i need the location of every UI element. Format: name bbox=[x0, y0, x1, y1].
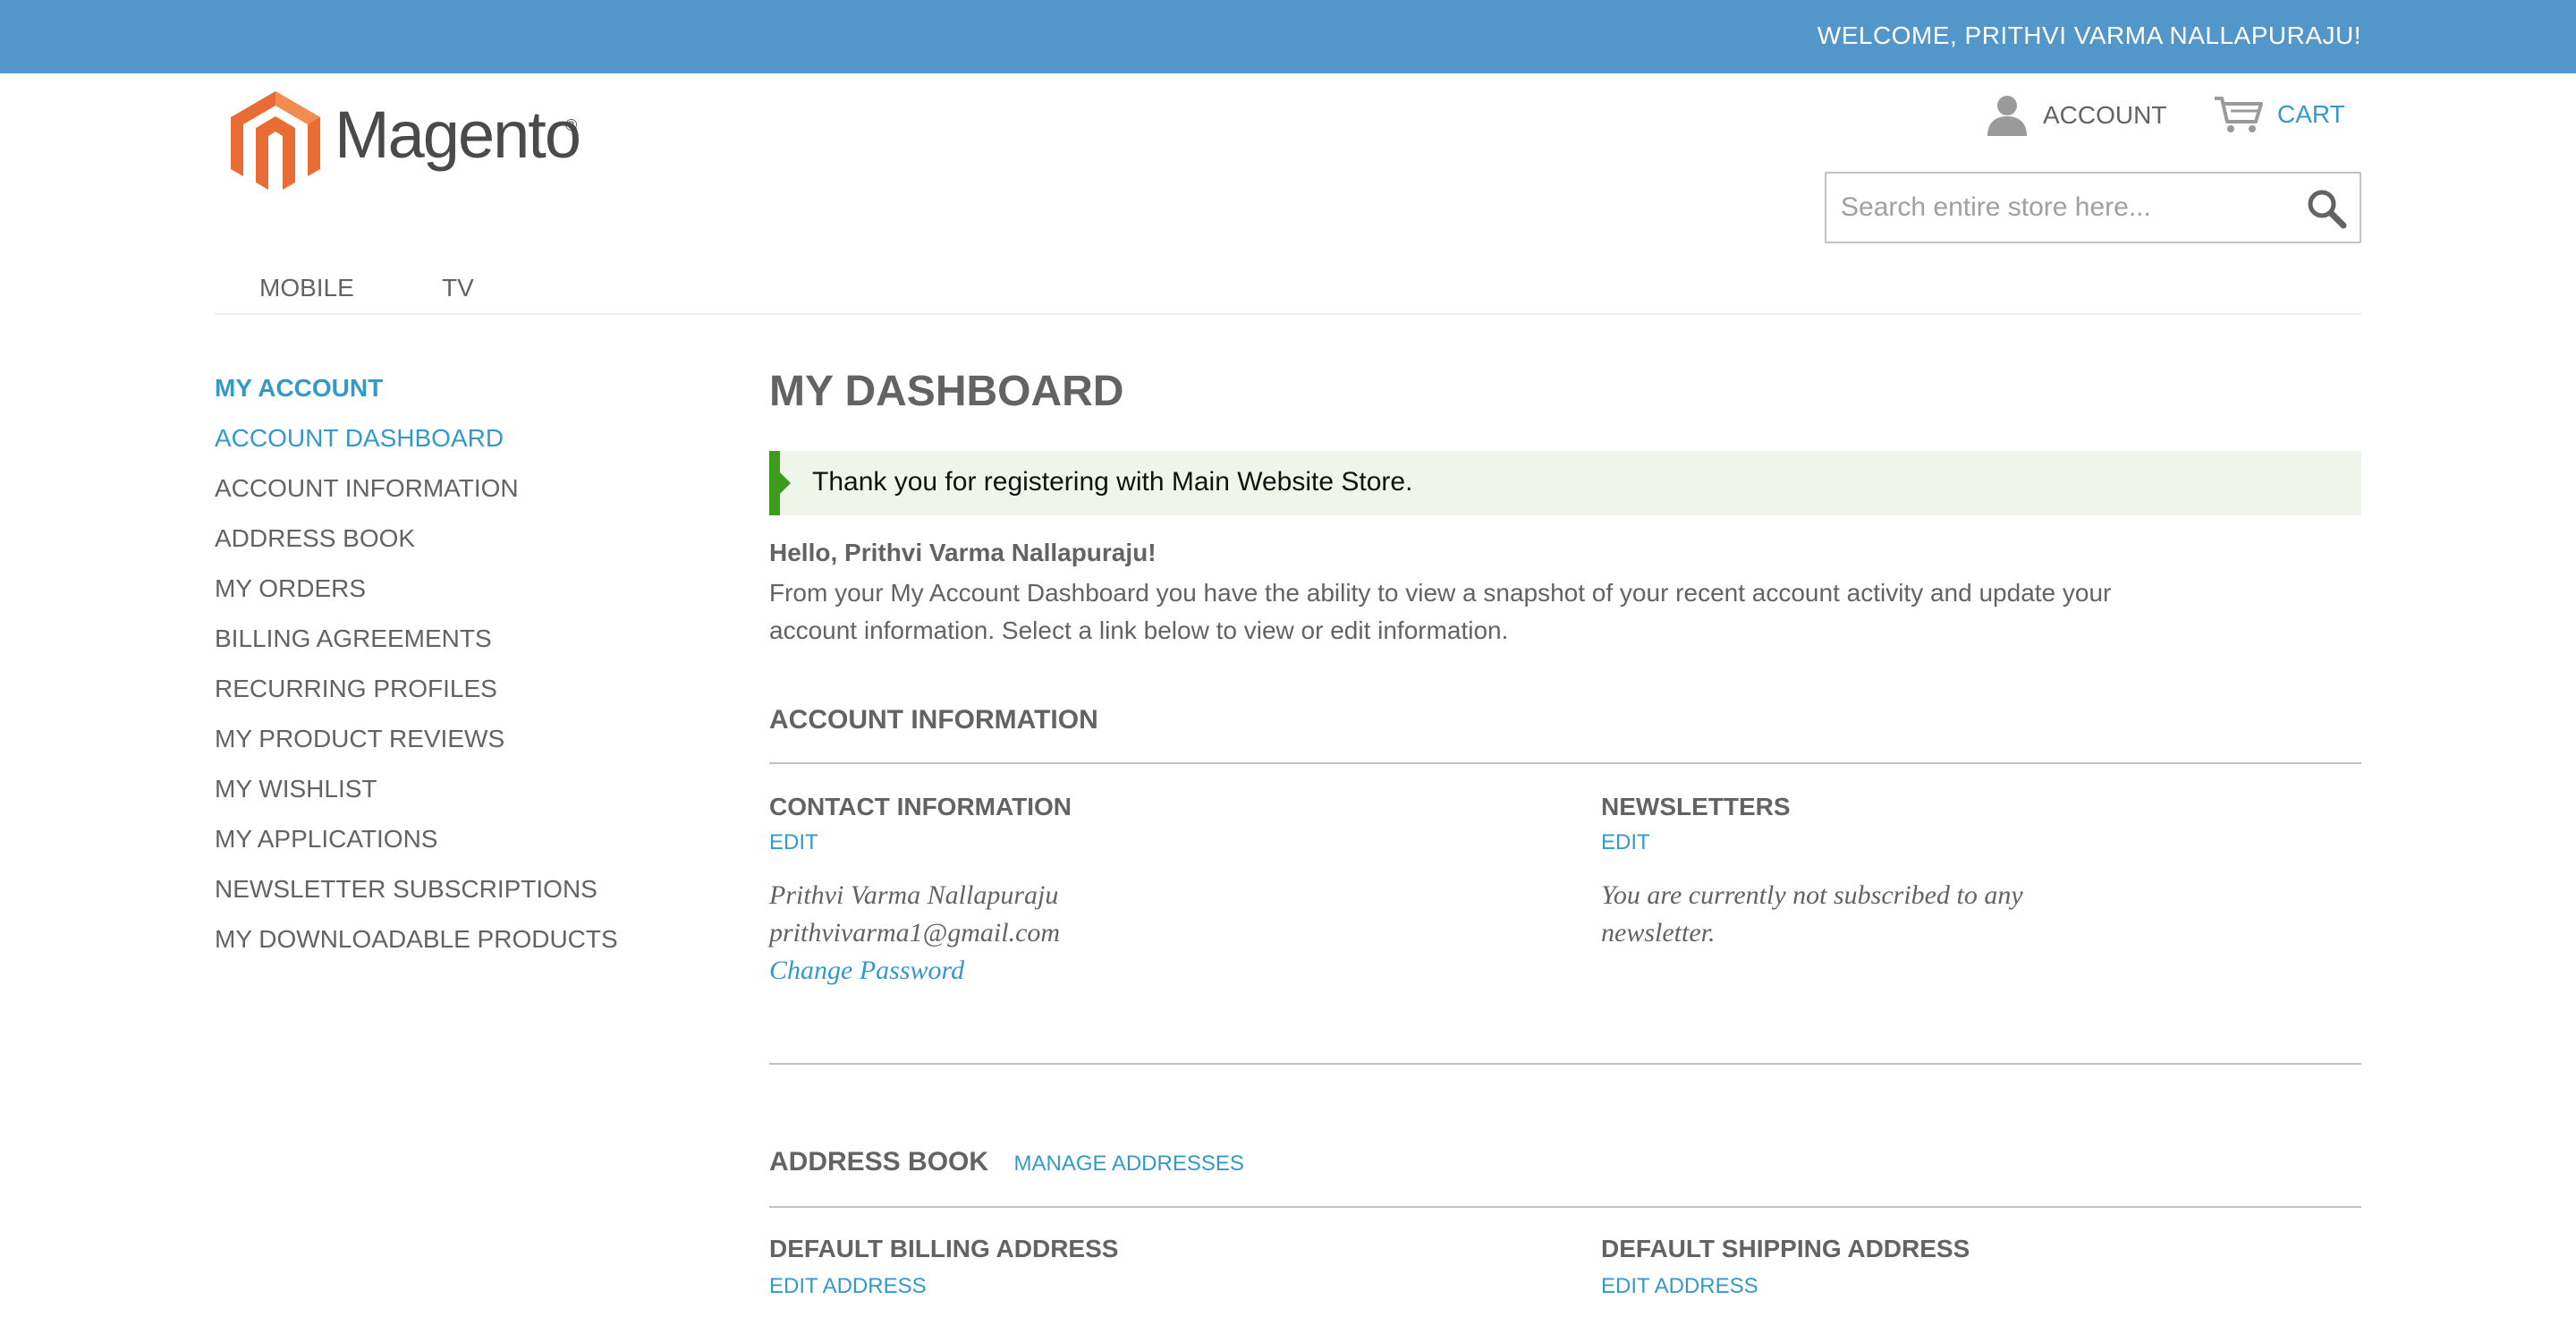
account-information-header: ACCOUNT INFORMATION bbox=[769, 705, 2361, 764]
cart-link[interactable]: CART bbox=[2213, 95, 2345, 134]
person-icon bbox=[1987, 96, 2027, 136]
sidebar-item-my-product-reviews[interactable]: MY PRODUCT REVIEWS bbox=[215, 721, 680, 771]
search-box bbox=[1825, 172, 2361, 243]
nav-item-tv[interactable]: TV bbox=[442, 274, 474, 302]
sidebar-item-my-orders[interactable]: MY ORDERS bbox=[215, 571, 680, 621]
hello-greeting: Hello, Prithvi Varma Nallapuraju! bbox=[769, 539, 1157, 566]
sidebar-item-my-downloadable-products[interactable]: MY DOWNLOADABLE PRODUCTS bbox=[215, 922, 680, 972]
site-logo[interactable]: Magento ® bbox=[229, 89, 587, 195]
manage-addresses-link[interactable]: MANAGE ADDRESSES bbox=[1013, 1151, 1243, 1176]
welcome-message: WELCOME, PRITHVI VARMA NALLAPURAJU! bbox=[1817, 21, 2361, 49]
sidebar-item-recurring-profiles[interactable]: RECURRING PROFILES bbox=[215, 671, 680, 721]
contact-edit-link[interactable]: EDIT bbox=[769, 830, 818, 855]
sidebar-title: MY ACCOUNT bbox=[215, 374, 384, 402]
contact-email: prithvivarma1@gmail.com bbox=[769, 918, 1061, 947]
contact-information-title: CONTACT INFORMATION bbox=[769, 793, 1072, 820]
nav-item-mobile[interactable]: MOBILE bbox=[259, 274, 354, 302]
sidebar-item-account-information[interactable]: ACCOUNT INFORMATION bbox=[215, 471, 680, 521]
section-divider bbox=[769, 1063, 2361, 1065]
success-arrow-icon bbox=[780, 472, 791, 494]
sidebar-item-newsletter-subscriptions[interactable]: NEWSLETTER SUBSCRIPTIONS bbox=[215, 871, 680, 922]
account-information-title: ACCOUNT INFORMATION bbox=[769, 705, 1098, 735]
sidebar-item-my-wishlist[interactable]: MY WISHLIST bbox=[215, 771, 680, 821]
logo-registered-mark: ® bbox=[565, 116, 578, 134]
sidebar-item-billing-agreements[interactable]: BILLING AGREEMENTS bbox=[215, 621, 680, 671]
sidebar-item-account-dashboard[interactable]: ACCOUNT DASHBOARD bbox=[215, 421, 680, 471]
success-message: Thank you for registering with Main Webs… bbox=[769, 451, 2361, 515]
address-book-header: ADDRESS BOOK MANAGE ADDRESSES bbox=[769, 1147, 2361, 1208]
sidebar-item-address-book[interactable]: ADDRESS BOOK bbox=[215, 521, 680, 571]
newsletter-status-line2: newsletter. bbox=[1601, 918, 1716, 947]
success-message-text: Thank you for registering with Main Webs… bbox=[812, 467, 1413, 497]
cart-icon bbox=[2215, 97, 2263, 132]
default-shipping-title: DEFAULT SHIPPING ADDRESS bbox=[1601, 1235, 1970, 1262]
newsletters-edit-link[interactable]: EDIT bbox=[1601, 830, 1650, 855]
magnifier-icon[interactable] bbox=[2306, 188, 2347, 229]
address-book-title: ADDRESS BOOK bbox=[769, 1147, 989, 1177]
page-title: MY DASHBOARD bbox=[769, 368, 1124, 415]
edit-billing-address-link[interactable]: EDIT ADDRESS bbox=[769, 1274, 927, 1299]
contact-name: Prithvi Varma Nallapuraju bbox=[769, 880, 1059, 910]
account-label: ACCOUNT bbox=[2043, 101, 2167, 129]
newsletters-title: NEWSLETTERS bbox=[1601, 793, 1791, 820]
magento-logo-icon bbox=[231, 91, 320, 190]
dashboard-intro: From your My Account Dashboard you have … bbox=[769, 579, 2112, 644]
edit-shipping-address-link[interactable]: EDIT ADDRESS bbox=[1601, 1274, 1758, 1299]
logo-wordmark: Magento bbox=[335, 98, 581, 172]
default-billing-title: DEFAULT BILLING ADDRESS bbox=[769, 1235, 1119, 1262]
top-welcome-bar: WELCOME, PRITHVI VARMA NALLAPURAJU! bbox=[0, 0, 2576, 73]
sidebar-item-my-applications[interactable]: MY APPLICATIONS bbox=[215, 821, 680, 871]
main-nav: MOBILE TV bbox=[215, 267, 2361, 315]
search-input[interactable] bbox=[1841, 174, 2288, 242]
account-sidebar: MY ACCOUNT ACCOUNT DASHBOARD ACCOUNT INF… bbox=[215, 370, 680, 972]
cart-label: CART bbox=[2277, 100, 2345, 128]
account-link[interactable]: ACCOUNT bbox=[1986, 95, 2166, 136]
newsletter-status-line1: You are currently not subscribed to any bbox=[1601, 880, 2023, 910]
change-password-link[interactable]: Change Password bbox=[769, 952, 964, 990]
